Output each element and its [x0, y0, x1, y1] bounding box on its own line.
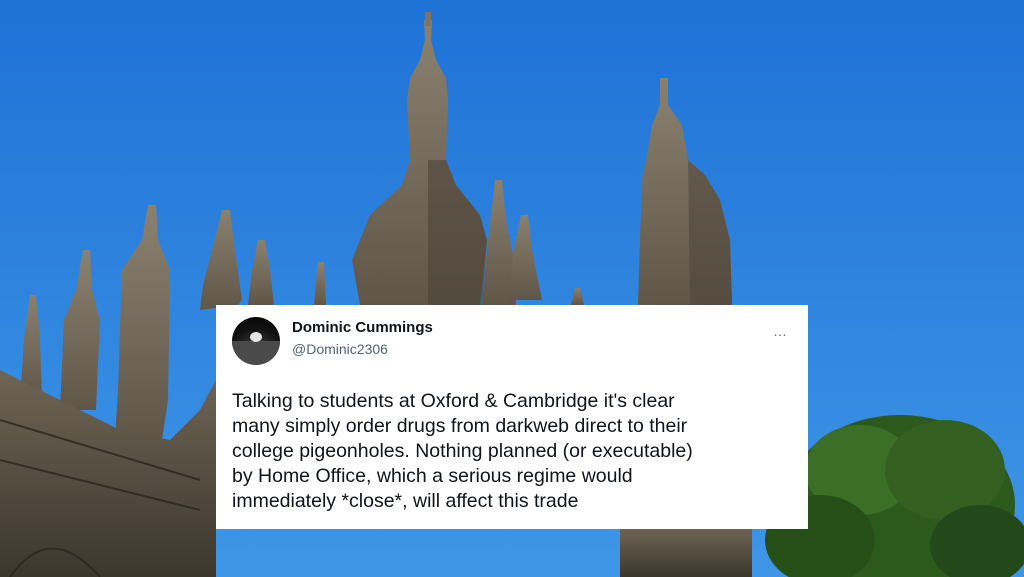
author-names: Dominic Cummings @Dominic2306: [292, 319, 433, 359]
tweet-text-line: many simply order drugs from darkweb dir…: [232, 415, 688, 437]
chapel-wall-right: [620, 528, 752, 577]
tweet-text: Talking to students at Oxford & Cambridg…: [232, 389, 808, 514]
avatar[interactable]: [232, 317, 280, 365]
tweet-card: Dominic Cummings @Dominic2306 … Talking …: [216, 305, 808, 529]
display-name[interactable]: Dominic Cummings: [292, 319, 433, 337]
tweet-text-line: by Home Office, which a serious regime w…: [232, 465, 633, 487]
moon-icon: [250, 332, 262, 342]
spire-finial: [425, 12, 431, 26]
more-options-icon[interactable]: …: [773, 323, 788, 339]
tweet-header: Dominic Cummings @Dominic2306 …: [232, 317, 792, 375]
user-handle[interactable]: @Dominic2306: [292, 339, 433, 359]
tweet-text-line: immediately *close*, will affect this tr…: [232, 490, 579, 512]
avatar-horizon: [232, 341, 280, 365]
tweet-text-line: Talking to students at Oxford & Cambridg…: [232, 390, 675, 412]
tweet-text-line: college pigeonholes. Nothing planned (or…: [232, 440, 693, 462]
